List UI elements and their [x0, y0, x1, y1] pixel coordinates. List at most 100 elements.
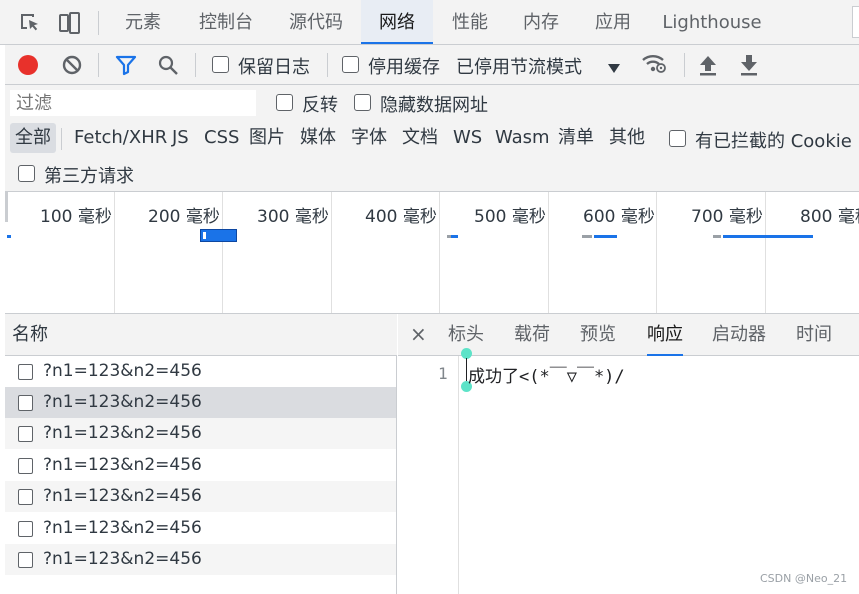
divider	[98, 53, 99, 77]
response-body[interactable]: 成功了<(*￣▽￣*)/	[468, 362, 625, 387]
request-detail-pane: × 标头 载荷 预览 响应 启动器 时间 1 成功了<(*￣▽￣*)/	[398, 314, 859, 594]
hide-data-urls-checkbox[interactable]	[354, 94, 371, 111]
preserve-log-label: 保留日志	[238, 57, 310, 78]
tab-preview[interactable]: 预览	[580, 314, 616, 355]
invert-checkbox[interactable]	[276, 94, 293, 111]
tick-label: 200 毫秒	[148, 207, 220, 227]
invert-label: 反转	[302, 95, 338, 116]
type-filter-fetch-xhr[interactable]: Fetch/XHR	[74, 123, 167, 153]
text-cursor	[466, 358, 467, 383]
table-row-selected[interactable]: ?n1=123&n2=456	[5, 387, 396, 418]
request-bar	[713, 235, 721, 238]
table-row[interactable]: ?n1=123&n2=456	[5, 544, 396, 575]
active-tab-indicator	[647, 354, 683, 356]
record-icon[interactable]	[18, 55, 38, 75]
name-column-header[interactable]: 名称	[5, 314, 397, 356]
tab-response-label: 响应	[647, 324, 683, 345]
request-list: 名称 ?n1=123&n2=456 ?n1=123&n2=456 ?n1=123…	[5, 314, 397, 594]
device-toolbar-icon[interactable]	[57, 11, 81, 35]
request-name: ?n1=123&n2=456	[43, 361, 202, 381]
tab-sources[interactable]: 源代码	[277, 0, 355, 44]
disable-cache-checkbox[interactable]	[342, 56, 359, 73]
table-row[interactable]: ?n1=123&n2=456	[5, 481, 396, 512]
row-checkbox[interactable]	[18, 489, 33, 505]
clear-icon[interactable]	[61, 54, 83, 76]
type-filter-js[interactable]: JS	[172, 123, 189, 153]
table-row[interactable]: ?n1=123&n2=456	[5, 418, 396, 449]
table-row[interactable]: ?n1=123&n2=456	[5, 356, 396, 387]
tab-application[interactable]: 应用	[583, 0, 643, 44]
blocked-cookies-checkbox[interactable]	[669, 130, 686, 147]
overflow-edge	[852, 6, 859, 38]
tab-network[interactable]: 网络	[361, 0, 433, 44]
tick-label: 800 毫秒	[800, 207, 859, 227]
row-checkbox[interactable]	[18, 552, 33, 568]
type-filter-all[interactable]: 全部	[10, 123, 56, 153]
devtools-tab-bar: 元素 控制台 源代码 网络 性能 内存 应用 Lighthouse	[0, 0, 859, 45]
tab-performance[interactable]: 性能	[440, 0, 500, 44]
type-filter-css[interactable]: CSS	[204, 123, 239, 153]
line-number: 1	[438, 364, 448, 383]
divider	[327, 53, 328, 77]
type-filter-doc[interactable]: 文档	[402, 123, 438, 153]
tick-line	[439, 192, 440, 313]
request-bar	[594, 235, 617, 238]
watermark: CSDN @Neo_21	[760, 572, 848, 585]
table-row[interactable]: ?n1=123&n2=456	[5, 450, 396, 481]
tab-response[interactable]: 响应	[647, 314, 683, 356]
row-checkbox[interactable]	[18, 364, 33, 380]
type-filter-img[interactable]: 图片	[249, 123, 285, 153]
tab-console[interactable]: 控制台	[186, 0, 266, 44]
tab-elements[interactable]: 元素	[113, 0, 173, 44]
type-filter-other[interactable]: 其他	[609, 123, 645, 153]
request-name: ?n1=123&n2=456	[43, 455, 202, 475]
network-conditions-icon[interactable]	[641, 52, 667, 76]
tick-label: 100 毫秒	[40, 207, 112, 227]
tick-line	[331, 192, 332, 313]
tab-payload[interactable]: 载荷	[514, 314, 550, 355]
preserve-log-checkbox[interactable]	[212, 56, 229, 73]
chevron-down-icon[interactable]	[608, 59, 620, 73]
active-tab-indicator	[361, 42, 433, 44]
inspect-element-icon[interactable]	[18, 11, 42, 35]
type-filter-ws[interactable]: WS	[453, 123, 482, 153]
throttle-select[interactable]: 已停用节流模式	[456, 53, 582, 79]
type-filter-font[interactable]: 字体	[351, 123, 387, 153]
request-bar	[451, 235, 458, 238]
row-checkbox[interactable]	[18, 521, 33, 537]
import-har-icon[interactable]	[698, 54, 718, 76]
table-row[interactable]: ?n1=123&n2=456	[5, 513, 396, 544]
timeline-handle[interactable]	[5, 192, 8, 222]
tick-line	[114, 192, 115, 313]
filter-input[interactable]	[10, 90, 256, 116]
network-toolbar: 保留日志 停用缓存 已停用节流模式	[5, 45, 859, 85]
tab-network-label: 网络	[379, 12, 415, 33]
row-checkbox[interactable]	[18, 426, 33, 442]
row-checkbox[interactable]	[18, 458, 33, 474]
tick-label: 400 毫秒	[365, 207, 437, 227]
tick-label: 500 毫秒	[474, 207, 546, 227]
tab-timing[interactable]: 时间	[796, 314, 832, 355]
tick-label: 600 毫秒	[583, 207, 655, 227]
request-name: ?n1=123&n2=456	[43, 486, 202, 506]
waterfall-overview[interactable]: 100 毫秒 200 毫秒 300 毫秒 400 毫秒 500 毫秒 600 毫…	[5, 192, 859, 314]
type-filter-manifest[interactable]: 清单	[558, 123, 594, 153]
tick-line	[548, 192, 549, 313]
export-har-icon[interactable]	[739, 54, 759, 76]
request-bar-detail	[203, 232, 206, 239]
tab-lighthouse[interactable]: Lighthouse	[656, 0, 768, 44]
tab-memory[interactable]: 内存	[511, 0, 571, 44]
search-icon[interactable]	[157, 54, 179, 76]
type-filter-media[interactable]: 媒体	[300, 123, 336, 153]
divider	[684, 53, 685, 77]
type-filter-wasm[interactable]: Wasm	[495, 123, 550, 153]
divider	[98, 11, 99, 35]
tick-label: 700 毫秒	[691, 207, 763, 227]
filter-icon[interactable]	[115, 54, 137, 76]
third-party-label: 第三方请求	[44, 166, 134, 187]
tick-line	[656, 192, 657, 313]
close-icon[interactable]: ×	[410, 322, 427, 346]
row-checkbox[interactable]	[18, 395, 33, 411]
third-party-checkbox[interactable]	[18, 165, 35, 182]
tab-initiator[interactable]: 启动器	[712, 314, 766, 355]
